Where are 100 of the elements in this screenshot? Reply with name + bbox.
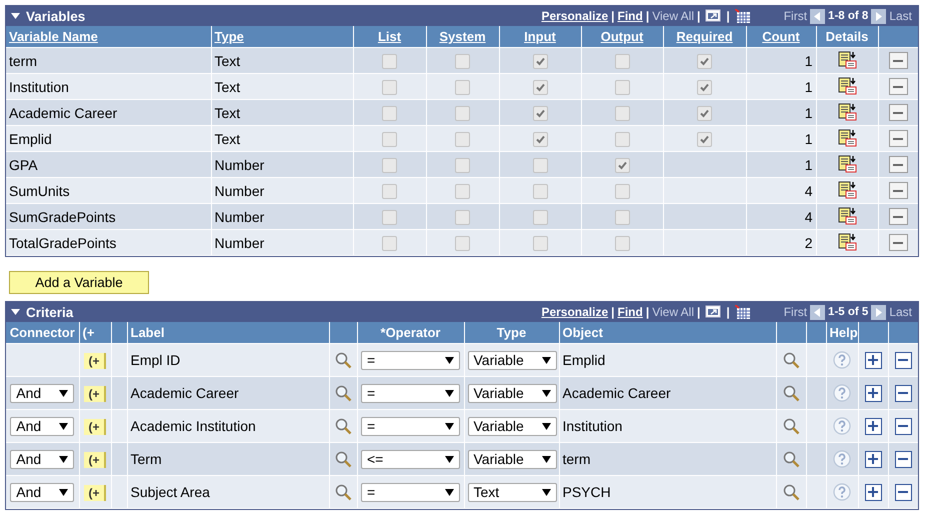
checkbox[interactable] xyxy=(455,54,470,69)
type-dropdown[interactable]: Variable xyxy=(468,416,556,436)
search-icon[interactable] xyxy=(334,450,352,468)
new-window-icon[interactable] xyxy=(705,9,722,23)
checkbox[interactable] xyxy=(697,54,712,69)
add-row-button[interactable] xyxy=(864,450,882,468)
help-icon[interactable] xyxy=(833,483,851,502)
checkbox[interactable] xyxy=(455,80,470,95)
checkbox[interactable] xyxy=(614,132,630,147)
help-icon[interactable] xyxy=(833,417,851,436)
spreadsheet-icon[interactable] xyxy=(734,8,751,24)
checkbox[interactable] xyxy=(455,236,470,251)
operator-dropdown[interactable]: <= xyxy=(361,450,460,468)
search-icon[interactable] xyxy=(782,352,800,369)
checkbox[interactable] xyxy=(455,184,470,199)
delete-row-button[interactable] xyxy=(888,52,908,70)
delete-row-button[interactable] xyxy=(894,352,912,369)
spreadsheet-icon[interactable] xyxy=(734,304,751,320)
search-icon[interactable] xyxy=(334,484,352,501)
operator-dropdown[interactable]: = xyxy=(361,482,460,502)
operator-dropdown[interactable]: = xyxy=(361,350,460,370)
type-dropdown[interactable]: Variable xyxy=(468,450,556,468)
open-parenthesis-button[interactable]: (+ xyxy=(84,452,106,468)
search-icon[interactable] xyxy=(334,352,352,369)
details-icon[interactable] xyxy=(838,181,856,200)
checkbox[interactable] xyxy=(532,80,548,95)
type-dropdown[interactable]: Variable xyxy=(468,350,556,370)
checkbox[interactable] xyxy=(455,106,470,121)
delete-row-button[interactable] xyxy=(894,450,912,468)
delete-row-button[interactable] xyxy=(888,208,908,226)
collapse-icon[interactable] xyxy=(11,13,20,19)
checkbox[interactable] xyxy=(382,132,397,147)
delete-row-button[interactable] xyxy=(888,130,908,148)
column-header[interactable]: Type xyxy=(214,29,244,44)
checkbox[interactable] xyxy=(532,236,548,251)
delete-row-button[interactable] xyxy=(888,182,908,200)
delete-row-button[interactable] xyxy=(888,104,908,122)
checkbox[interactable] xyxy=(455,210,470,225)
connector-dropdown[interactable]: And xyxy=(10,384,74,402)
connector-dropdown[interactable]: And xyxy=(10,450,74,468)
checkbox[interactable] xyxy=(614,210,630,225)
checkbox[interactable] xyxy=(532,184,548,199)
checkbox[interactable] xyxy=(532,210,548,225)
details-icon[interactable] xyxy=(838,103,856,122)
checkbox[interactable] xyxy=(532,158,548,173)
checkbox[interactable] xyxy=(382,236,397,251)
delete-row-button[interactable] xyxy=(894,384,912,402)
checkbox[interactable] xyxy=(382,80,397,95)
checkbox[interactable] xyxy=(614,106,630,121)
delete-row-button[interactable] xyxy=(894,418,912,435)
add-row-button[interactable] xyxy=(864,484,882,501)
details-icon[interactable] xyxy=(838,129,856,148)
operator-dropdown[interactable]: = xyxy=(361,416,460,436)
checkbox[interactable] xyxy=(455,158,470,173)
open-parenthesis-button[interactable]: (+ xyxy=(84,418,106,434)
collapse-icon[interactable] xyxy=(11,309,20,315)
open-parenthesis-button[interactable]: (+ xyxy=(84,352,106,368)
open-parenthesis-button[interactable]: (+ xyxy=(84,386,106,402)
search-icon[interactable] xyxy=(334,384,352,402)
add-row-button[interactable] xyxy=(864,384,882,402)
add-row-button[interactable] xyxy=(864,352,882,369)
details-icon[interactable] xyxy=(838,155,856,174)
nav-link[interactable]: Personalize xyxy=(541,305,608,319)
help-icon[interactable] xyxy=(833,351,851,370)
delete-row-button[interactable] xyxy=(888,156,908,174)
new-window-icon[interactable] xyxy=(705,305,722,319)
checkbox[interactable] xyxy=(455,132,470,147)
type-dropdown[interactable]: Variable xyxy=(468,384,556,402)
open-parenthesis-button[interactable]: (+ xyxy=(84,484,106,500)
delete-row-button[interactable] xyxy=(888,234,908,252)
nav-link[interactable]: Find xyxy=(618,9,643,23)
search-icon[interactable] xyxy=(782,484,800,501)
nav-link[interactable]: Personalize xyxy=(541,9,608,23)
checkbox[interactable] xyxy=(382,54,397,69)
details-icon[interactable] xyxy=(838,233,856,252)
search-icon[interactable] xyxy=(334,418,352,435)
help-icon[interactable] xyxy=(833,384,851,402)
details-icon[interactable] xyxy=(838,207,856,226)
checkbox[interactable] xyxy=(532,106,548,121)
checkbox[interactable] xyxy=(697,106,712,121)
checkbox[interactable] xyxy=(614,54,630,69)
search-icon[interactable] xyxy=(782,384,800,402)
type-dropdown[interactable]: Text xyxy=(468,482,556,502)
connector-dropdown[interactable]: And xyxy=(10,482,74,502)
checkbox[interactable] xyxy=(532,132,548,147)
delete-row-button[interactable] xyxy=(894,484,912,501)
delete-row-button[interactable] xyxy=(888,78,908,96)
help-icon[interactable] xyxy=(833,450,851,468)
checkbox[interactable] xyxy=(614,158,630,173)
connector-dropdown[interactable]: And xyxy=(10,416,74,436)
nav-link[interactable]: Find xyxy=(618,305,643,319)
add-variable-button[interactable]: Add a Variable xyxy=(9,271,149,294)
checkbox[interactable] xyxy=(614,184,630,199)
checkbox[interactable] xyxy=(382,106,397,121)
checkbox[interactable] xyxy=(382,184,397,199)
checkbox[interactable] xyxy=(532,54,548,69)
details-icon[interactable] xyxy=(838,51,856,70)
search-icon[interactable] xyxy=(782,418,800,435)
checkbox[interactable] xyxy=(614,80,630,95)
checkbox[interactable] xyxy=(697,132,712,147)
